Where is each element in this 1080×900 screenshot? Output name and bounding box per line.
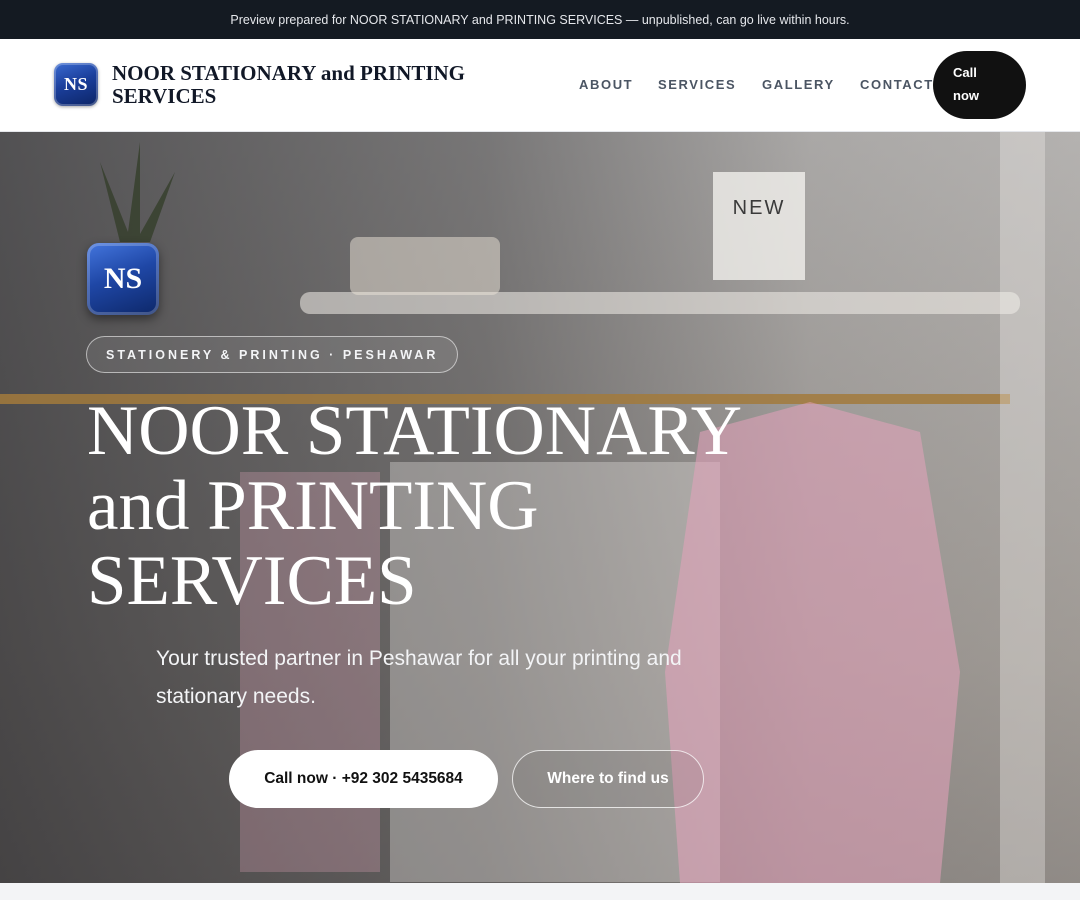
folded-clothes: [350, 237, 500, 295]
nav-contact[interactable]: CONTACT: [860, 77, 934, 92]
brand-logo-text: NS: [63, 74, 88, 94]
where-to-find-us-label: Where to find us: [547, 770, 669, 787]
hero-eyebrow-badge: STATIONERY & PRINTING · PESHAWAR: [86, 336, 459, 373]
nav-about[interactable]: ABOUT: [579, 77, 633, 92]
plant-leaves: [100, 142, 175, 242]
hero-logo: NS: [87, 243, 159, 315]
nav-gallery[interactable]: GALLERY: [762, 77, 835, 92]
hero-subtitle: Your trusted partner in Peshawar for all…: [156, 647, 682, 708]
right-pillar: [1000, 132, 1045, 883]
call-now-cta-button[interactable]: Call now · +92 302 5435684: [229, 750, 498, 808]
hero-section: NEW NS STATIONERY & PRINTING · PESHAWAR …: [0, 132, 1080, 883]
sign-text: NEW: [733, 197, 786, 219]
where-to-find-us-button[interactable]: Where to find us: [512, 750, 704, 808]
sign-card: [713, 172, 805, 280]
hero-title: NOOR STATIONARY and PRINTING SERVICES: [87, 392, 740, 620]
preview-banner: Preview prepared for NOOR STATIONARY and…: [0, 0, 1080, 39]
call-now-cta-label: Call now · +92 302 5435684: [264, 770, 463, 787]
preview-banner-text: Preview prepared for NOOR STATIONARY and…: [230, 12, 850, 27]
nav-services[interactable]: SERVICES: [658, 77, 736, 92]
brand-name[interactable]: NOOR STATIONARY and PRINTING SERVICES: [112, 62, 532, 108]
site-header: NS NOOR STATIONARY and PRINTING SERVICES…: [0, 39, 1080, 132]
header-call-button[interactable]: Call now: [933, 51, 1026, 119]
hero-logo-text: NS: [103, 262, 143, 295]
hero-eyebrow-text: STATIONERY & PRINTING · PESHAWAR: [106, 347, 439, 362]
brand-logo[interactable]: NS: [54, 63, 98, 106]
shelf: [300, 292, 1020, 314]
